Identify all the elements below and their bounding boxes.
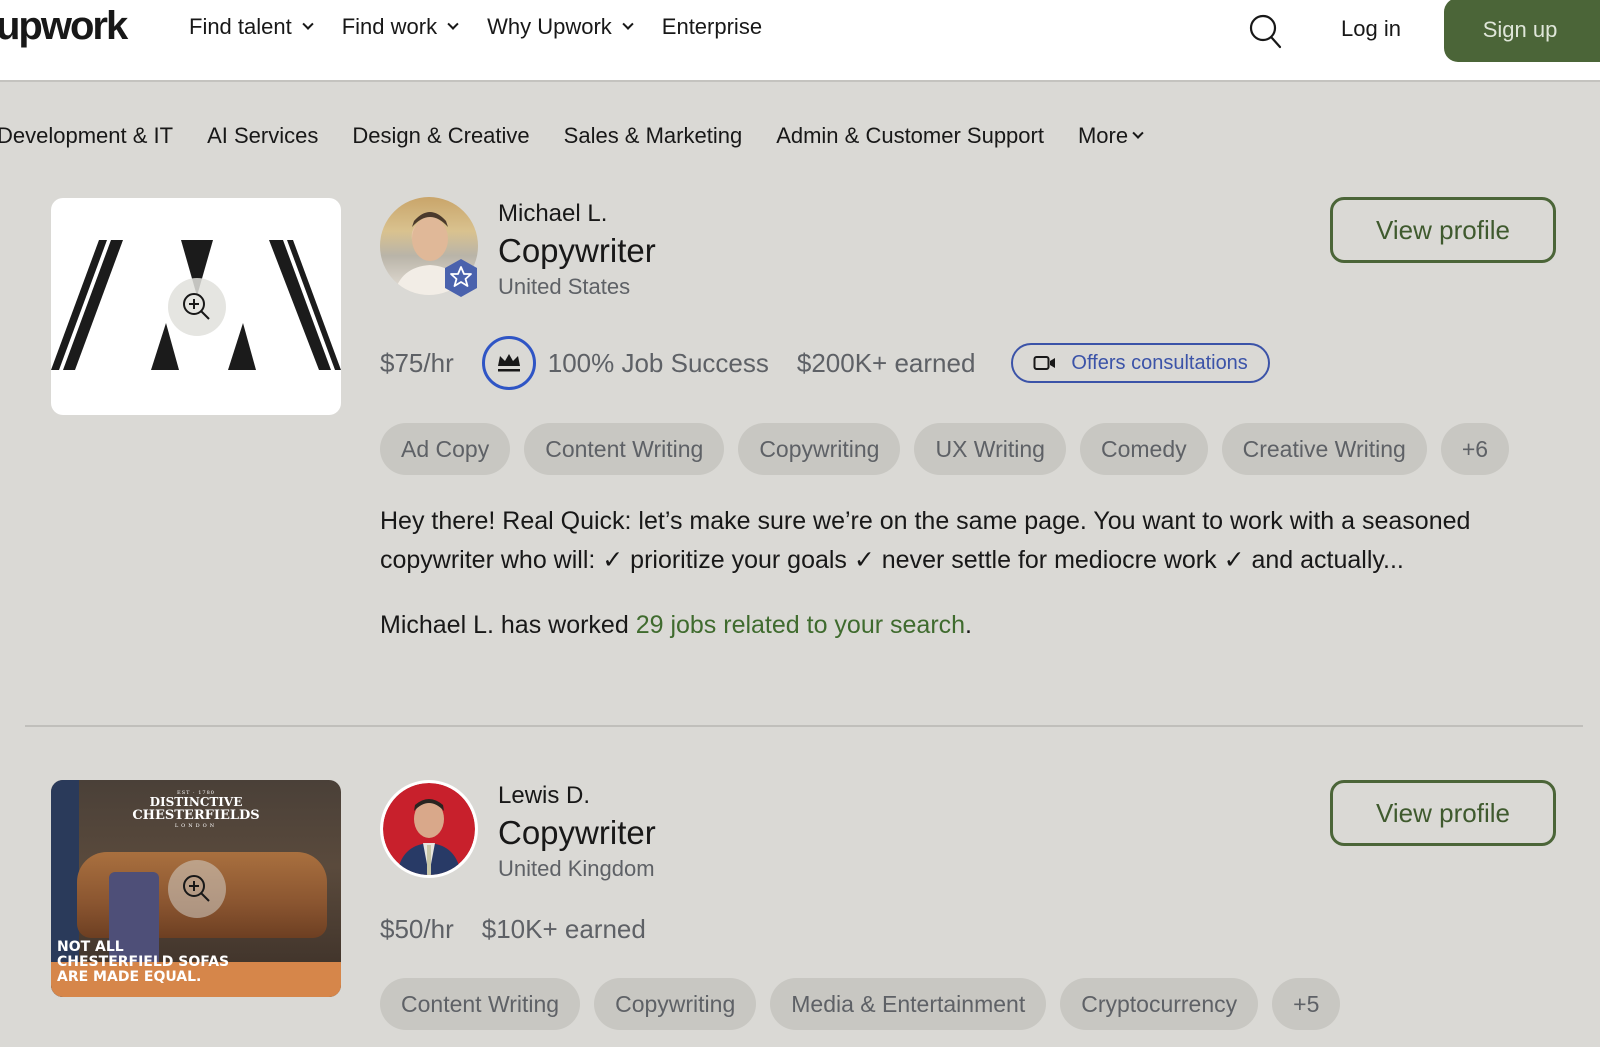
category-more[interactable]: More [1077,123,1144,149]
skill-tag[interactable]: Content Writing [524,423,725,475]
category-ai-services[interactable]: AI Services [207,123,318,149]
search-icon[interactable] [1248,12,1282,50]
portfolio-tagline: NOT ALL CHESTERFIELD SOFAS ARE MADE EQUA… [57,940,229,985]
skill-tag[interactable]: Creative Writing [1221,423,1427,475]
card-divider [25,725,1583,727]
freelancer-title: Copywriter [498,232,656,269]
more-skills-tag[interactable]: +5 [1272,978,1341,1030]
freelancer-country: United Kingdom [498,856,655,881]
freelancer-stats: $75/hr 100% Job Success $200K+ earned Of… [380,335,1270,391]
skill-tag[interactable]: Media & Entertainment [770,978,1047,1030]
freelancer-name[interactable]: Lewis D. [498,782,590,810]
skill-tag[interactable]: Copywriting [594,978,757,1030]
nav-find-work[interactable]: Find work [341,14,459,40]
category-bar: Development & IT AI Services Design & Cr… [0,123,1144,149]
freelancer-stats: $50/hr $10K+ earned [380,914,674,945]
tagline-line: ARE MADE EQUAL. [57,969,202,985]
skill-tag[interactable]: UX Writing [914,423,1066,475]
nav-find-talent[interactable]: Find talent [189,14,314,40]
zoom-in-icon [183,293,210,320]
freelancer-name[interactable]: Michael L. [498,200,607,228]
nav-label: Find work [341,14,438,39]
description-line: copywriter who will: ✓ prioritize your g… [380,546,1404,574]
category-design-creative[interactable]: Design & Creative [352,123,529,149]
total-earned: $200K+ earned [796,347,976,378]
chevron-down-icon [447,18,459,30]
avatar-photo [383,783,475,875]
related-jobs-link[interactable]: 29 jobs related to your search [636,611,965,639]
zoom-button[interactable] [168,860,226,918]
brand-line: LONDON [174,823,218,829]
freelancer-description: Hey there! Real Quick: let’s make sure w… [380,502,1520,580]
freelancer-title: Copywriter [498,814,656,851]
chevron-down-icon [1132,127,1144,139]
zoom-in-icon [183,875,210,902]
category-sales-marketing[interactable]: Sales & Marketing [564,123,743,149]
nav-label: Enterprise [661,14,763,39]
brand-line: CHESTERFIELDS [132,808,260,823]
category-development-it[interactable]: Development & IT [0,123,173,149]
tagline-line: NOT ALL [57,939,124,955]
related-prefix: Michael L. has worked [380,611,636,639]
total-earned: $10K+ earned [481,914,646,944]
hourly-rate: $50/hr [380,914,454,944]
skill-tag[interactable]: Ad Copy [380,423,511,475]
main-nav: Find talent Find work Why Upwork Enterpr… [189,14,762,40]
zoom-button[interactable] [168,278,226,336]
upwork-logo[interactable]: upwork [0,4,128,49]
skill-tag[interactable]: Comedy [1079,423,1208,475]
hourly-rate: $75/hr [380,347,454,378]
skills-list: Content Writing Copywriting Media & Ente… [380,978,1341,1030]
related-suffix: . [965,611,972,639]
consultation-label: Offers consultations [1071,351,1248,374]
nav-label: Find talent [189,14,292,39]
view-profile-button[interactable]: View profile [1330,197,1556,263]
login-link[interactable]: Log in [1341,16,1401,42]
nav-enterprise[interactable]: Enterprise [662,14,762,40]
nav-why-upwork[interactable]: Why Upwork [487,14,634,40]
description-line: Hey there! Real Quick: let’s make sure w… [380,507,1471,535]
freelancer-country: United States [498,274,631,299]
view-profile-button[interactable]: View profile [1330,780,1556,846]
chevron-down-icon [302,18,314,30]
portfolio-thumbnail[interactable]: EST · 1780 DISTINCTIVE CHESTERFIELDS LON… [51,780,341,997]
nav-label: Why Upwork [487,14,612,39]
top-rated-plus-badge-icon [445,259,477,297]
top-navigation-bar: upwork Find talent Find work Why Upwork … [0,0,1600,82]
skill-tag[interactable]: Copywriting [738,423,901,475]
skill-tag[interactable]: Content Writing [380,978,581,1030]
avatar[interactable] [380,780,478,878]
related-jobs-text: Michael L. has worked 29 jobs related to… [380,611,972,640]
portfolio-thumbnail[interactable] [51,198,341,415]
portfolio-brand: EST · 1780 DISTINCTIVE CHESTERFIELDS LON… [51,790,341,829]
more-label: More [1077,123,1129,148]
job-success: 100% Job Success [547,347,769,378]
job-success-badge [481,336,536,390]
category-admin-support[interactable]: Admin & Customer Support [776,123,1044,149]
skills-list: Ad Copy Content Writing Copywriting UX W… [380,423,1510,475]
crown-icon [497,354,520,372]
skill-tag[interactable]: Cryptocurrency [1060,978,1259,1030]
tagline-line: CHESTERFIELD SOFAS [57,954,230,970]
more-skills-tag[interactable]: +6 [1440,423,1510,475]
chevron-down-icon [622,18,634,30]
video-camera-icon [1033,356,1056,370]
offers-consultations-badge[interactable]: Offers consultations [1011,343,1270,383]
signup-button[interactable]: Sign up [1444,0,1600,62]
